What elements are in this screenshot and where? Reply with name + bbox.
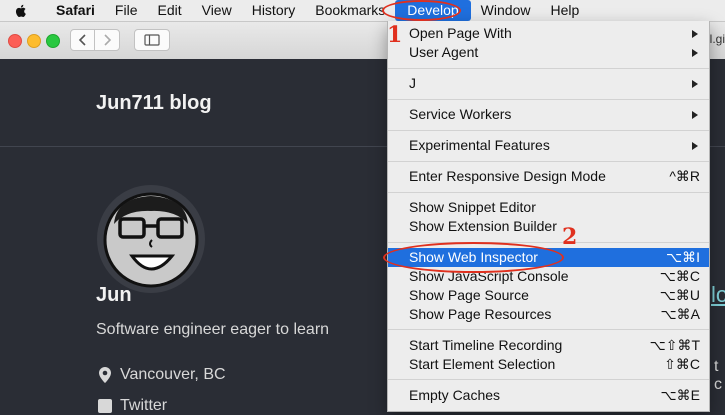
apple-logo-icon[interactable] — [13, 3, 29, 19]
author-location: Vancouver, BC — [98, 366, 226, 384]
menubar-edit[interactable]: Edit — [147, 0, 191, 21]
annotation-step-1: 1 — [387, 22, 403, 48]
menu-item-responsive-design-mode[interactable]: Enter Responsive Design Mode ^⌘R — [388, 167, 709, 186]
submenu-arrow-icon — [692, 80, 698, 88]
menubar-history[interactable]: History — [242, 0, 306, 21]
close-window-button[interactable] — [8, 34, 22, 48]
annotation-step-2: 2 — [562, 224, 578, 250]
menu-item-open-page-with[interactable]: Open Page With — [388, 24, 709, 43]
author-avatar — [97, 185, 205, 293]
develop-menu: Open Page With User Agent J Service Work… — [387, 21, 710, 412]
sidebar-button[interactable] — [134, 29, 170, 51]
annotation-circle-develop — [382, 0, 461, 21]
menu-item-experimental-features[interactable]: Experimental Features — [388, 136, 709, 155]
author-twitter-link[interactable]: Twitter — [98, 397, 167, 415]
menu-bar: Safari File Edit View History Bookmarks … — [0, 0, 725, 22]
menu-separator — [388, 99, 709, 100]
chevron-left-icon — [78, 34, 86, 46]
menu-separator — [388, 379, 709, 380]
post-text-fragment: t c — [714, 358, 722, 393]
menu-separator — [388, 329, 709, 330]
menu-item-snippet-editor[interactable]: Show Snippet Editor — [388, 198, 709, 217]
author-name: Jun — [96, 284, 132, 306]
menubar-safari[interactable]: Safari — [46, 0, 105, 21]
menu-separator — [388, 161, 709, 162]
submenu-arrow-icon — [692, 111, 698, 119]
menu-item-element-selection[interactable]: Start Element Selection ⇧⌘C — [388, 355, 709, 374]
twitter-text[interactable]: Twitter — [120, 397, 167, 415]
forward-button[interactable] — [94, 29, 120, 51]
menubar-help[interactable]: Help — [540, 0, 589, 21]
menu-item-timeline-recording[interactable]: Start Timeline Recording ⌥⇧⌘T — [388, 336, 709, 355]
menu-item-empty-caches[interactable]: Empty Caches ⌥⌘E — [388, 386, 709, 405]
post-title-fragment[interactable]: lo — [711, 282, 725, 308]
menubar-view[interactable]: View — [192, 0, 242, 21]
map-pin-icon — [99, 367, 111, 383]
minimize-window-button[interactable] — [27, 34, 41, 48]
menu-item-j[interactable]: J — [388, 74, 709, 93]
menubar-window[interactable]: Window — [471, 0, 541, 21]
location-text: Vancouver, BC — [120, 366, 226, 383]
menu-item-page-source[interactable]: Show Page Source ⌥⌘U — [388, 286, 709, 305]
menu-separator — [388, 192, 709, 193]
zoom-window-button[interactable] — [46, 34, 60, 48]
menu-separator — [388, 130, 709, 131]
menubar-file[interactable]: File — [105, 0, 148, 21]
submenu-arrow-icon — [692, 142, 698, 150]
address-bar-text[interactable]: l.gi — [710, 32, 725, 46]
back-button[interactable] — [70, 29, 95, 51]
menu-item-service-workers[interactable]: Service Workers — [388, 105, 709, 124]
sidebar-icon — [144, 34, 160, 46]
menu-separator — [388, 68, 709, 69]
annotation-circle-web-inspector — [383, 242, 564, 273]
submenu-arrow-icon — [692, 30, 698, 38]
submenu-arrow-icon — [692, 49, 698, 57]
author-bio: Software engineer eager to learn — [96, 321, 330, 338]
blog-title[interactable]: Jun711 blog — [96, 92, 212, 115]
menu-item-user-agent[interactable]: User Agent — [388, 43, 709, 62]
chevron-right-icon — [104, 34, 112, 46]
menu-item-extension-builder[interactable]: Show Extension Builder — [388, 217, 709, 236]
menu-item-page-resources[interactable]: Show Page Resources ⌥⌘A — [388, 305, 709, 324]
